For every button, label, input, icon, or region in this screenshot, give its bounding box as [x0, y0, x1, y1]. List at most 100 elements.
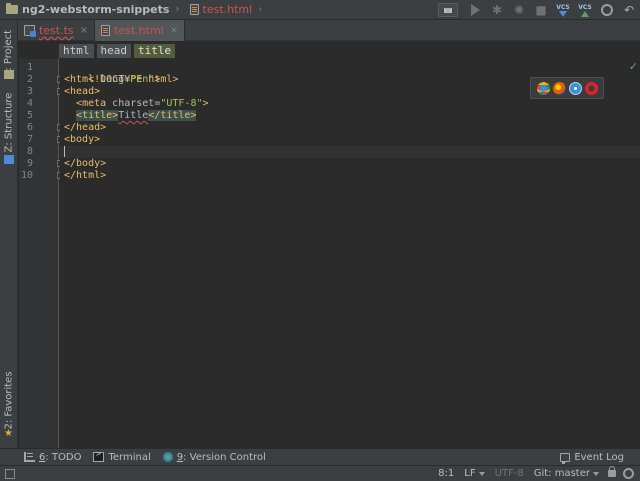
inspector-icon[interactable] [623, 468, 634, 479]
vcs-commit-button[interactable]: VCS [574, 0, 596, 20]
chevron-right-icon: › [175, 4, 180, 15]
todo-label: : TODO [45, 451, 82, 463]
code-token: charset= [112, 98, 161, 109]
code-token: "UTF-8" [160, 98, 203, 109]
chevron-down-icon [593, 471, 599, 476]
event-log-label: Event Log [574, 451, 624, 463]
code-token: <title> [76, 110, 119, 121]
structure-icon [4, 155, 14, 164]
line-number: 9 [26, 158, 33, 169]
breadcrumb-head[interactable]: head [96, 43, 131, 58]
terminal-tool-button[interactable]: Terminal [87, 449, 156, 466]
tab-test-html[interactable]: test.html × [95, 20, 186, 41]
line-number: 6 [26, 122, 33, 133]
safari-icon[interactable] [568, 81, 582, 95]
breadcrumb-html[interactable]: html [59, 43, 94, 58]
html-file-icon [101, 25, 111, 36]
vcs-update-button[interactable]: VCS [552, 0, 574, 20]
debug-icon: ✱ [491, 3, 503, 17]
version-control-tool-button[interactable]: 9: Version Control [157, 449, 272, 466]
code-line: <!DOCTYPE html> [60, 62, 640, 85]
vc-label: : Version Control [183, 451, 266, 463]
nav-file-crumb[interactable]: test.html › [184, 0, 267, 20]
left-tool-strip: 1: Project Z: Structure 2: Favorites ★ [0, 20, 18, 449]
nav-file-label: test.html [202, 3, 253, 16]
tool-window-bar: 6: TODO Terminal 9: Version Control Even… [0, 448, 640, 465]
close-icon[interactable]: × [80, 25, 88, 36]
editor-tabs: test.ts × test.html × [18, 20, 640, 41]
settings-button[interactable] [596, 0, 618, 20]
code-token: lang= [100, 74, 131, 85]
code-line: <meta charset="UTF-8"> [60, 98, 640, 110]
code-editor[interactable]: <!DOCTYPE html> <html lang="en"> <head> … [60, 59, 640, 448]
close-icon[interactable]: × [170, 25, 178, 36]
navigation-bar: ng2-webstorm-snippets › test.html › ✱ ✺ … [0, 0, 640, 20]
firefox-icon[interactable] [552, 81, 566, 95]
stop-icon: ■ [535, 3, 547, 17]
coverage-icon: ✺ [513, 3, 525, 17]
code-token: Title [118, 110, 149, 121]
arrow-down-icon [559, 10, 567, 17]
code-token: </html> [64, 170, 107, 181]
favorites-tab-label: 2: Favorites [3, 370, 15, 430]
debug-button[interactable]: ✱ [486, 0, 508, 20]
event-log-icon [560, 452, 571, 464]
open-in-browser-popup [530, 77, 604, 99]
git-branch-widget[interactable]: Git: master [529, 468, 604, 479]
line-separator-label: LF [464, 468, 476, 479]
code-line: </head> [60, 122, 640, 134]
tool-windows-toggle-icon[interactable] [5, 468, 15, 479]
code-token: <head> [64, 86, 101, 97]
vcs-update-label: VCS [556, 3, 570, 11]
html-file-icon [189, 4, 199, 15]
code-token: <body> [64, 134, 101, 145]
current-code-line [60, 146, 640, 158]
arrow-up-icon [581, 10, 589, 17]
run-config-dropdown[interactable] [438, 3, 458, 17]
status-widgets: 8:1 LF UTF-8 Git: master [433, 466, 640, 481]
stop-button[interactable]: ■ [530, 0, 552, 20]
breadcrumb: html head title [59, 42, 176, 59]
lock-icon[interactable] [608, 466, 616, 477]
structure-tool-tab[interactable]: Z: Structure [0, 86, 18, 158]
favorites-tool-tab[interactable]: 2: Favorites [0, 366, 18, 434]
folder-icon [6, 3, 18, 14]
coverage-button[interactable]: ✺ [508, 0, 530, 20]
event-log-tool-button[interactable]: Event Log [554, 449, 630, 466]
chrome-icon[interactable] [536, 81, 550, 95]
tab-label: test.ts [39, 24, 74, 37]
git-branch-label: Git: master [533, 468, 590, 479]
version-control-icon [162, 452, 173, 462]
structure-tab-label: Z: Structure [3, 92, 15, 152]
line-gutter: 1 2 3 4 5 6 7 8 9 10 [19, 59, 64, 448]
code-line: <title>Title</title> [60, 110, 640, 122]
terminal-icon [93, 450, 105, 462]
typescript-file-icon [24, 25, 36, 37]
nav-project-crumb[interactable]: ng2-webstorm-snippets › [0, 0, 184, 20]
line-number: 5 [26, 110, 33, 121]
line-number: 1 [26, 62, 33, 73]
terminal-label: Terminal [108, 451, 151, 463]
text-caret [64, 146, 65, 157]
run-icon [470, 4, 480, 16]
code-token: > [154, 74, 161, 85]
encoding-widget[interactable]: UTF-8 [490, 468, 529, 479]
code-token: <html [64, 74, 101, 85]
breadcrumb-title[interactable]: title [134, 43, 176, 58]
todo-tool-button[interactable]: 6: TODO [18, 449, 87, 466]
undo-button[interactable]: ↶ [618, 0, 640, 20]
star-icon: ★ [4, 428, 13, 439]
vcs-commit-label: VCS [578, 3, 592, 11]
inspection-ok-icon[interactable]: ✓ [629, 60, 638, 73]
opera-icon[interactable] [584, 81, 598, 95]
line-separator-widget[interactable]: LF [459, 468, 489, 479]
run-button[interactable] [464, 0, 486, 20]
code-token: </body> [64, 158, 107, 169]
line-number: 2 [26, 74, 33, 85]
undo-icon: ↶ [623, 3, 635, 17]
caret-position[interactable]: 8:1 [433, 468, 459, 479]
code-token: <meta [76, 98, 113, 109]
todo-icon [24, 452, 35, 462]
tab-test-ts[interactable]: test.ts × [18, 20, 96, 41]
